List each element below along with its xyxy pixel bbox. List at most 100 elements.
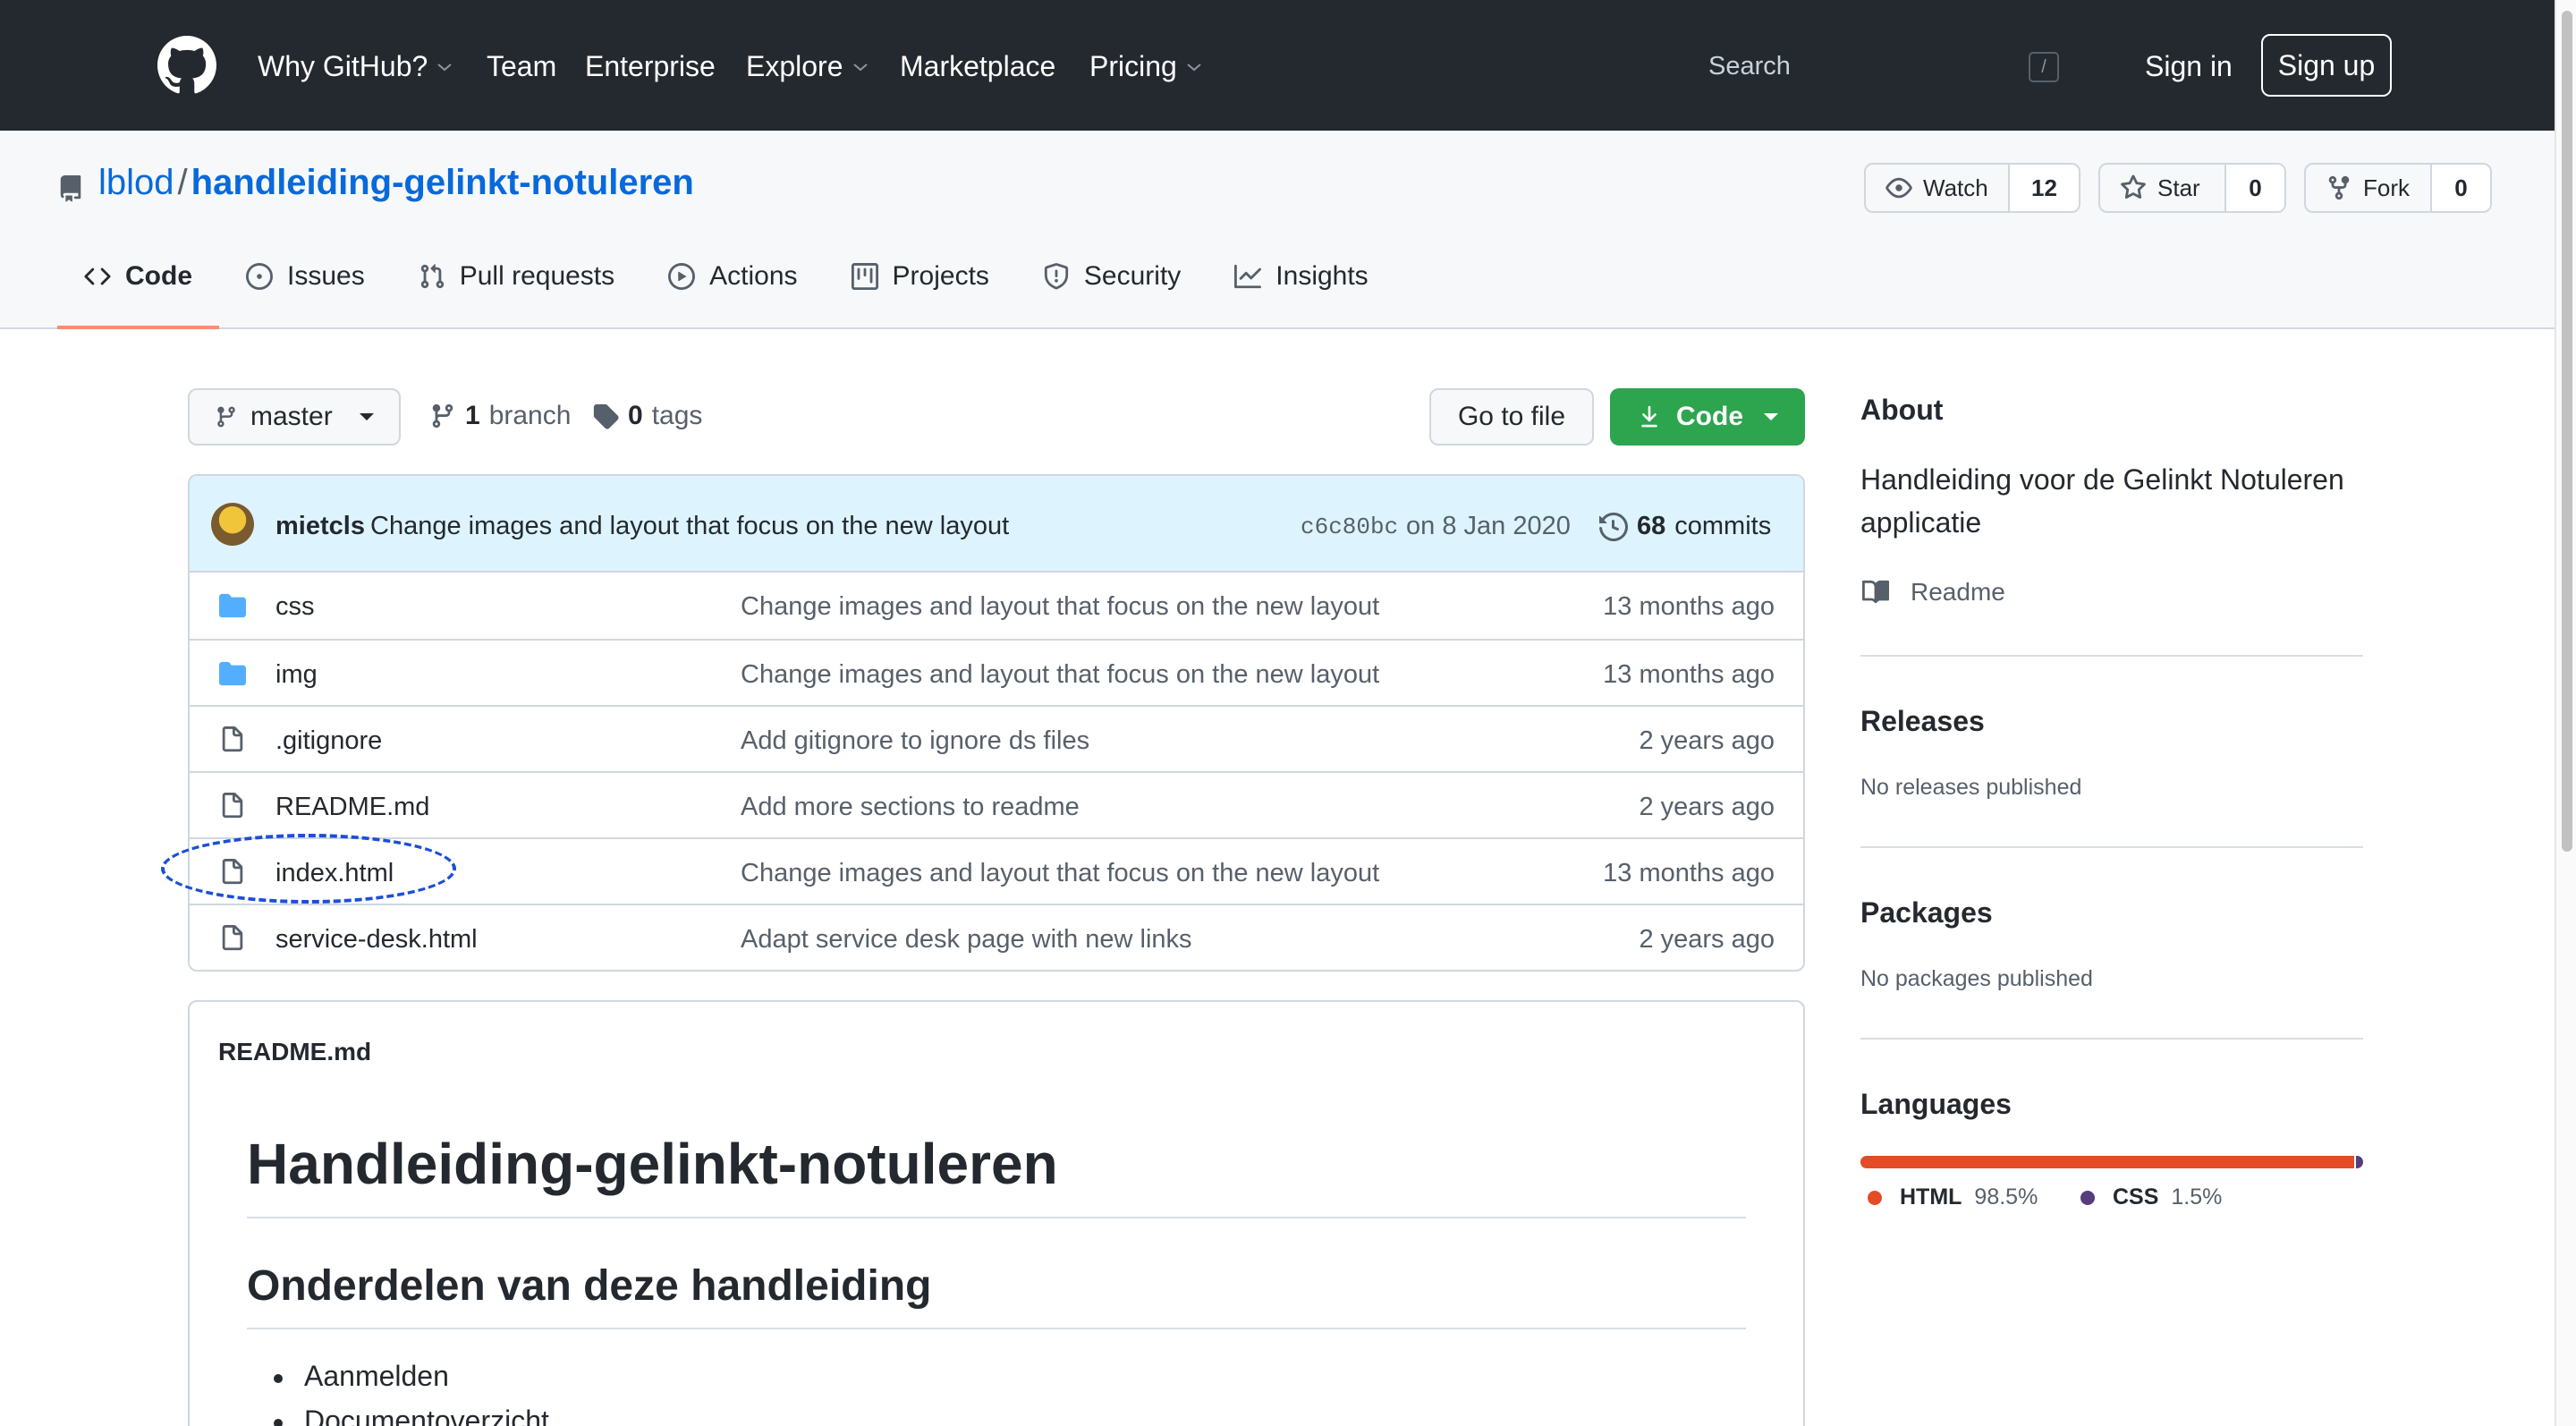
file-icon: [222, 793, 243, 819]
branch-icon: [217, 406, 235, 428]
file-icon: [222, 726, 243, 752]
readme-filename: README.md: [218, 1038, 372, 1065]
tab-insights[interactable]: Insights: [1208, 261, 1394, 329]
file-commit-message-link[interactable]: Change images and layout that focus on t…: [741, 660, 1379, 690]
tab-issues[interactable]: Issues: [219, 261, 392, 329]
divider: [1860, 1038, 2363, 1040]
page-scrollbar[interactable]: [2555, 0, 2576, 1426]
go-to-file-button[interactable]: Go to file: [1429, 388, 1594, 446]
repo-title: lblod / handleiding-gelinkt-notuleren: [98, 163, 694, 203]
file-age: 13 months ago: [1603, 660, 1775, 689]
commit-message-link[interactable]: Change images and layout that focus on t…: [370, 512, 1009, 541]
commit-sha-link[interactable]: c6c80bc: [1301, 514, 1398, 540]
watch-label: Watch: [1923, 174, 1988, 201]
star-button-group: Star 0: [2098, 163, 2286, 213]
language-html[interactable]: HTML 98.5%: [1868, 1184, 2038, 1210]
table-row: css Change images and layout that focus …: [190, 573, 1803, 639]
watch-button-group: Watch 12: [1864, 163, 2080, 213]
github-logo-icon[interactable]: [157, 36, 216, 95]
file-age: 2 years ago: [1639, 793, 1775, 821]
tab-security[interactable]: Security: [1016, 261, 1208, 329]
search-shortcut-key: /: [2029, 52, 2059, 82]
nav-explore-label: Explore: [746, 50, 843, 82]
branch-icon: [432, 403, 453, 429]
star-button[interactable]: Star: [2100, 165, 2226, 211]
language-bar-segment-css: [2355, 1156, 2363, 1168]
nav-team[interactable]: Team: [487, 50, 556, 83]
file-name-link[interactable]: service-desk.html: [275, 925, 478, 955]
graph-icon: [1234, 264, 1262, 289]
fork-count[interactable]: 0: [2431, 165, 2490, 211]
watch-button[interactable]: Watch: [1866, 165, 2010, 211]
repo-owner-link[interactable]: lblod: [98, 163, 174, 202]
file-name-link[interactable]: README.md: [275, 793, 429, 822]
tag-label: tags: [651, 401, 703, 430]
branch-name: master: [250, 402, 333, 431]
table-row: service-desk.html Adapt service desk pag…: [190, 904, 1803, 970]
search-input[interactable]: Search /: [1685, 39, 2079, 93]
code-icon: [84, 267, 111, 285]
chevron-down-icon: [1187, 63, 1201, 71]
tab-issues-label: Issues: [287, 261, 365, 291]
code-download-button[interactable]: Code: [1610, 388, 1805, 446]
readme-heading: Handleiding-gelinkt-notuleren: [247, 1132, 1058, 1196]
nav-team-label: Team: [487, 50, 557, 82]
sign-up-button[interactable]: Sign up: [2261, 34, 2392, 97]
file-commit-message-link[interactable]: Add gitignore to ignore ds files: [741, 726, 1089, 756]
branch-select-button[interactable]: master: [188, 388, 401, 446]
tab-code-label: Code: [125, 261, 192, 291]
table-row: README.md Add more sections to readme 2 …: [190, 771, 1803, 837]
tab-pull-requests-label: Pull requests: [459, 261, 615, 291]
nav-marketplace[interactable]: Marketplace: [900, 50, 1055, 83]
releases-empty-text: No releases published: [1860, 775, 2082, 800]
issue-icon: [246, 263, 273, 290]
releases-heading[interactable]: Releases: [1860, 705, 1985, 738]
tags-link[interactable]: 0 tags: [592, 401, 702, 431]
language-css-name: CSS: [2113, 1184, 2159, 1210]
commit-author-link[interactable]: mietcls: [275, 512, 365, 541]
nav-pricing[interactable]: Pricing: [1089, 50, 1202, 83]
tab-actions[interactable]: Actions: [641, 261, 824, 329]
eye-icon: [1885, 177, 1912, 199]
file-commit-message-link[interactable]: Adapt service desk page with new links: [741, 925, 1192, 955]
file-name-link[interactable]: .gitignore: [275, 726, 382, 756]
tab-pull-requests[interactable]: Pull requests: [392, 261, 641, 329]
file-name-link[interactable]: img: [275, 660, 318, 690]
file-browser: mietcls Change images and layout that fo…: [188, 474, 1805, 972]
packages-empty-text: No packages published: [1860, 966, 2093, 991]
commits-link[interactable]: 68 commits: [1599, 512, 1771, 541]
tab-code[interactable]: Code: [57, 261, 219, 329]
branch-count: 1: [465, 401, 480, 430]
file-commit-message-link[interactable]: Change images and layout that focus on t…: [741, 592, 1379, 622]
file-icon: [222, 925, 243, 951]
sign-in-link[interactable]: Sign in: [2145, 50, 2233, 83]
folder-icon: [219, 593, 246, 618]
packages-heading[interactable]: Packages: [1860, 896, 1993, 929]
file-commit-message-link[interactable]: Add more sections to readme: [741, 793, 1080, 822]
branches-link[interactable]: 1 branch: [429, 401, 571, 431]
commit-count: 68: [1637, 512, 1666, 540]
readme-link[interactable]: Readme: [1860, 578, 2005, 607]
watch-count[interactable]: 12: [2009, 165, 2079, 211]
fork-button[interactable]: Fork: [2306, 165, 2432, 211]
chevron-down-icon: [437, 63, 452, 71]
file-commit-message-link[interactable]: Change images and layout that focus on t…: [741, 859, 1379, 888]
nav-explore[interactable]: Explore: [746, 50, 869, 83]
table-row: img Change images and layout that focus …: [190, 639, 1803, 705]
file-name-link[interactable]: css: [275, 592, 315, 622]
avatar[interactable]: [211, 503, 254, 546]
tab-projects[interactable]: Projects: [825, 261, 1016, 329]
scrollbar-thumb[interactable]: [2562, 11, 2572, 852]
list-item: Aanmelden: [247, 1360, 549, 1405]
shield-icon: [1044, 263, 1069, 290]
fork-button-group: Fork 0: [2304, 163, 2492, 213]
book-icon: [1862, 580, 1890, 604]
nav-enterprise[interactable]: Enterprise: [585, 50, 716, 83]
readme-subheading: Onderdelen van deze handleiding: [247, 1262, 932, 1310]
nav-why-github-label: Why GitHub?: [258, 50, 428, 82]
language-css[interactable]: CSS 1.5%: [2080, 1184, 2222, 1210]
nav-why-github[interactable]: Why GitHub?: [258, 50, 453, 83]
star-count[interactable]: 0: [2225, 165, 2284, 211]
nav-marketplace-label: Marketplace: [900, 50, 1056, 82]
repo-name-link[interactable]: handleiding-gelinkt-notuleren: [191, 163, 694, 202]
